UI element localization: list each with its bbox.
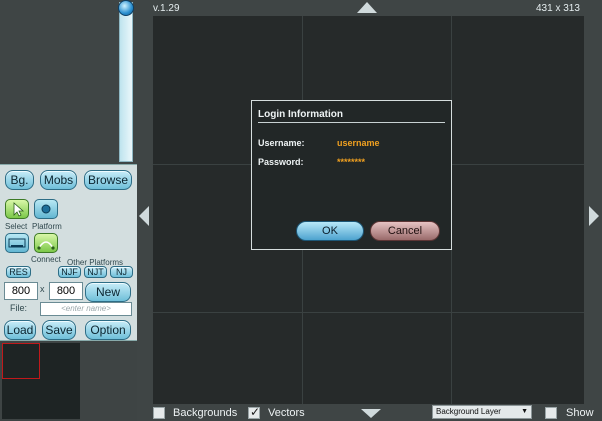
vectors-label: Vectors bbox=[268, 407, 305, 419]
thumbnail-area bbox=[0, 0, 117, 163]
mini-map-canvas bbox=[2, 343, 80, 419]
connect-label: Connect bbox=[31, 255, 61, 264]
backgrounds-checkbox[interactable] bbox=[153, 407, 165, 419]
layer-select-value: Background Layer bbox=[436, 407, 501, 416]
mini-map-viewport[interactable] bbox=[2, 343, 40, 379]
option-button[interactable]: Option bbox=[85, 320, 131, 340]
nj-button[interactable]: NJ bbox=[110, 266, 133, 278]
check-icon: ✓ bbox=[250, 405, 261, 419]
file-label: File: bbox=[10, 303, 28, 313]
username-field[interactable]: username bbox=[337, 138, 380, 148]
platform-icon[interactable] bbox=[34, 199, 58, 219]
njf-button[interactable]: NJF bbox=[58, 266, 81, 278]
portal-icon[interactable] bbox=[5, 233, 29, 253]
canvas-dimensions: 431 x 313 bbox=[536, 3, 580, 14]
connect-icon[interactable] bbox=[34, 233, 58, 253]
password-label: Password: bbox=[258, 157, 304, 167]
caret-down-icon: ▼ bbox=[521, 408, 528, 415]
bg-button[interactable]: Bg. bbox=[5, 170, 34, 190]
scrollbar-thumb[interactable] bbox=[118, 0, 134, 16]
platform-label: Platform bbox=[32, 222, 62, 231]
arrow-right-icon[interactable] bbox=[589, 206, 599, 226]
layer-select[interactable]: Background Layer ▼ bbox=[432, 405, 532, 419]
version-label: v.1.29 bbox=[153, 3, 180, 14]
res-button[interactable]: RES bbox=[6, 266, 31, 278]
width-field[interactable]: 800 bbox=[4, 282, 38, 300]
dialog-divider bbox=[258, 122, 445, 123]
show-label: Show bbox=[566, 407, 594, 419]
backgrounds-label: Backgrounds bbox=[173, 407, 238, 419]
size-separator: x bbox=[40, 284, 45, 294]
vectors-checkbox[interactable]: ✓ bbox=[248, 405, 261, 419]
login-dialog: Login Information Username: username Pas… bbox=[251, 100, 452, 250]
show-checkbox[interactable] bbox=[545, 407, 557, 419]
browse-button[interactable]: Browse bbox=[84, 170, 132, 190]
ok-button[interactable]: OK bbox=[296, 221, 364, 241]
cancel-button[interactable]: Cancel bbox=[370, 221, 440, 241]
username-label: Username: bbox=[258, 138, 305, 148]
save-button[interactable]: Save bbox=[42, 320, 76, 340]
password-field[interactable]: ******** bbox=[337, 157, 365, 167]
mini-map[interactable] bbox=[0, 341, 137, 421]
file-name-input[interactable]: <enter name> bbox=[40, 302, 132, 316]
arrow-up-icon[interactable] bbox=[357, 2, 377, 13]
height-field[interactable]: 800 bbox=[49, 282, 83, 300]
select-label: Select bbox=[5, 222, 28, 231]
grid-line bbox=[153, 312, 584, 313]
dialog-title: Login Information bbox=[258, 109, 343, 120]
arrow-down-icon[interactable] bbox=[361, 409, 381, 418]
mobs-button[interactable]: Mobs bbox=[40, 170, 77, 190]
select-icon[interactable] bbox=[5, 199, 29, 219]
new-button[interactable]: New bbox=[85, 282, 131, 302]
load-button[interactable]: Load bbox=[4, 320, 36, 340]
vertical-scrollbar[interactable] bbox=[119, 2, 133, 162]
njt-button[interactable]: NJT bbox=[84, 266, 107, 278]
arrow-left-icon[interactable] bbox=[139, 206, 149, 226]
